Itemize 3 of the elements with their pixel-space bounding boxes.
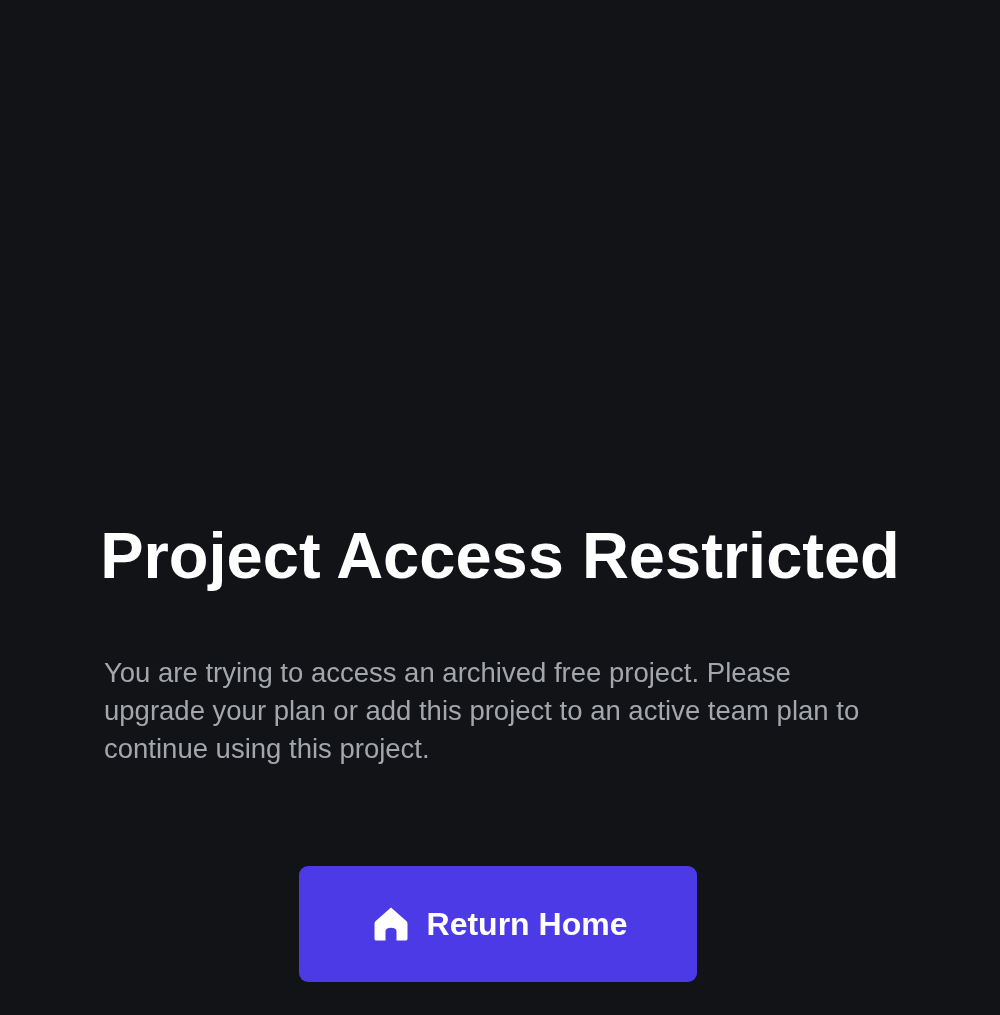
restriction-message: You are trying to access an archived free project. Please upgrade your plan or add this project to an active team plan to continue using this project. [104, 656, 861, 766]
return-home-button[interactable]: Return Home [299, 866, 697, 982]
page-title: Project Access Restricted [99, 518, 901, 594]
